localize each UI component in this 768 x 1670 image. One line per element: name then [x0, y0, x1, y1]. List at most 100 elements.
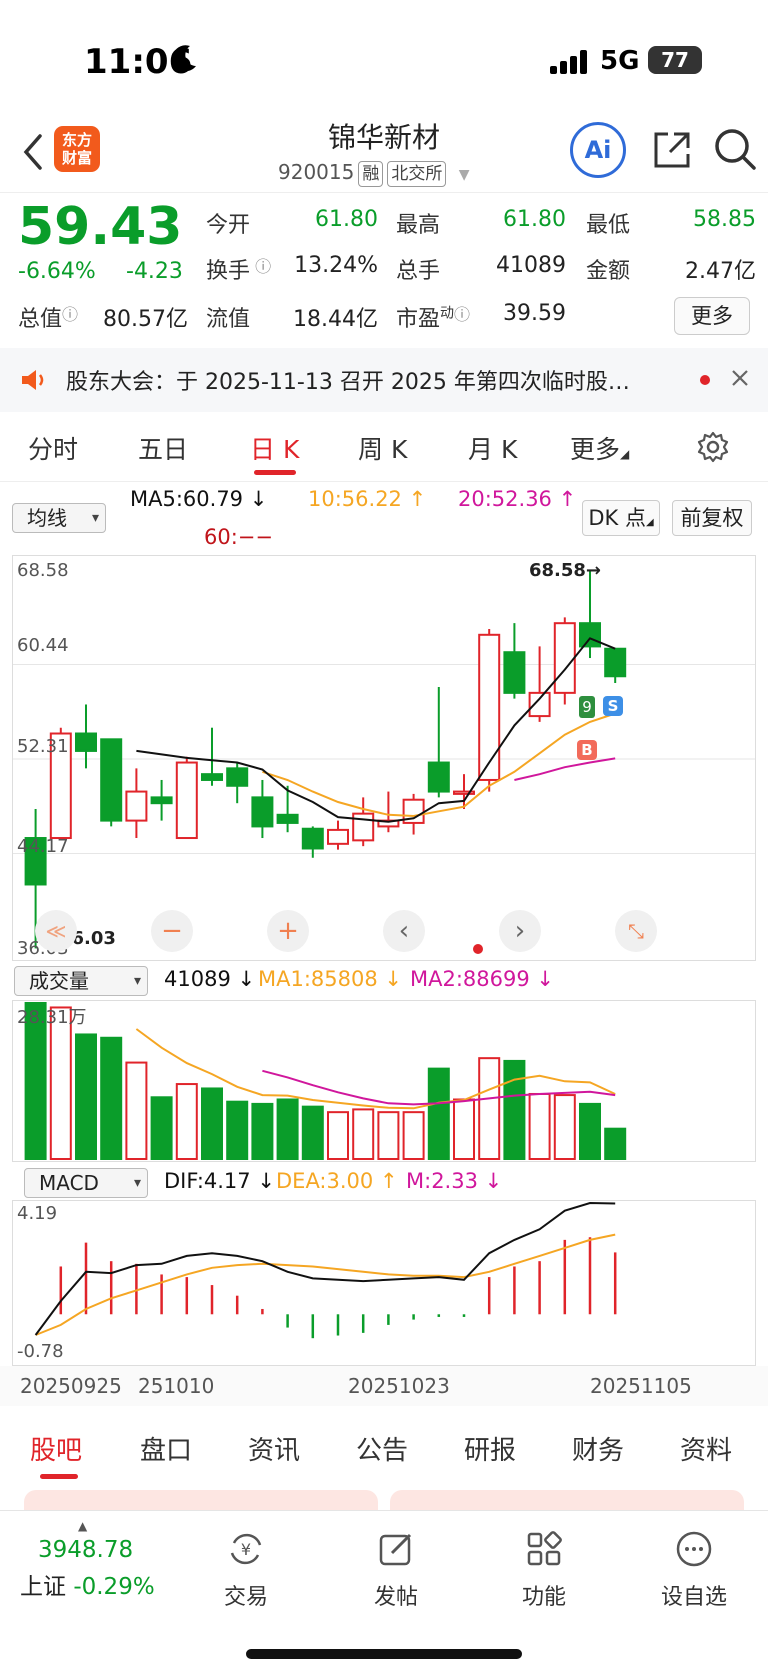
sell-signal-badge[interactable]: S [603, 696, 623, 716]
tab-news[interactable]: 资讯 [248, 1430, 300, 1467]
macd-axis-top: 4.19 [17, 1203, 58, 1224]
candle-body [226, 767, 249, 787]
volume-bar [100, 1036, 123, 1160]
date-label-1: 20250925 [20, 1374, 122, 1398]
fullscreen-icon[interactable]: ⤡ [615, 910, 657, 952]
current-price: 59.43 [18, 197, 183, 257]
tab-intraday[interactable]: 分时 [28, 430, 78, 466]
tab-monthly-k[interactable]: 月 K [468, 430, 517, 466]
caret-down-icon: ▼ [458, 167, 470, 183]
ma-indicator-select[interactable]: 均线 [12, 503, 106, 533]
volume-indicator-select[interactable]: 成交量 [14, 966, 148, 996]
ai-assistant-button[interactable]: Ai [570, 122, 626, 178]
trade-button[interactable]: ¥ 交易 [196, 1529, 296, 1611]
function-button[interactable]: 功能 [494, 1529, 594, 1611]
volume-bar [125, 1061, 148, 1160]
volume-ma1: MA1:85808 ↓ [258, 967, 402, 991]
macd-indicator-select[interactable]: MACD [24, 1168, 148, 1198]
pe-value: 39.59 [503, 301, 566, 326]
high-price-marker: 68.58→ [529, 560, 602, 581]
tab-five-day[interactable]: 五日 [138, 430, 188, 466]
volume-bar [604, 1127, 627, 1160]
volume-axis-top: 28.31万 [17, 1007, 87, 1028]
macd-chart-frame[interactable]: 4.19 -0.78 [12, 1200, 756, 1366]
kline-chart [13, 570, 755, 949]
volume-current: 41089 ↓ [164, 967, 256, 991]
exchange-tag: 北交所 [387, 161, 447, 187]
info-icon: ⓘ [250, 257, 272, 276]
ma10-value: 10:56.22 ↑ [308, 487, 427, 511]
ma20-value: 20:52.36 ↑ [458, 487, 577, 511]
margin-tag: 融 [358, 161, 384, 187]
dk-point-button[interactable]: DK 点◢ [582, 500, 660, 536]
adjust-mode-button[interactable]: 前复权 [672, 500, 752, 536]
macd-dif-line [34, 1201, 616, 1336]
stock-code-row[interactable]: 920015 融北交所 ▼ [278, 160, 470, 187]
function-label: 功能 [521, 1585, 566, 1610]
volume-chart-frame[interactable]: 28.31万 [12, 1000, 756, 1162]
kline-chart-frame[interactable]: 68.58 60.44 52.31 44.17 36.03 68.58→ 36.… [12, 555, 756, 961]
notice-text: 股东大会：于 2025-11-13 召开 2025 年第四次临时股… [66, 370, 630, 395]
candle-body [352, 812, 375, 842]
scroll-left-fast-icon[interactable]: ≪ [35, 910, 77, 952]
volume-bar [503, 1059, 526, 1160]
volume-bar [75, 1033, 97, 1160]
volume-bar [251, 1102, 274, 1160]
market-cap-label[interactable]: 总值ⓘ [18, 301, 78, 333]
high-label: 最高 [396, 213, 441, 238]
pe-label[interactable]: 市盈动ⓘ [396, 301, 470, 333]
content-tabs: 股吧 盘口 资讯 公告 研报 财务 资料 [0, 1416, 768, 1482]
low-label: 最低 [586, 213, 631, 238]
volume-bar [226, 1100, 249, 1160]
tab-pankou[interactable]: 盘口 [140, 1430, 192, 1467]
zoom-out-icon[interactable]: − [151, 910, 193, 952]
buy-signal-badge[interactable]: B [577, 740, 597, 760]
market-cap-value: 80.57亿 [103, 307, 188, 332]
date-label-4: 20251105 [590, 1374, 692, 1398]
volume-bar [276, 1098, 299, 1160]
turnover-label[interactable]: 换手 ⓘ [206, 253, 271, 285]
volume-bar [427, 1067, 450, 1160]
search-icon[interactable] [712, 126, 758, 172]
volume-bar [402, 1111, 425, 1161]
active-tab-underline [254, 470, 296, 475]
trade-label: 交易 [223, 1585, 268, 1610]
tab-announcements[interactable]: 公告 [356, 1430, 408, 1467]
corner-triangle-icon: ◢ [620, 447, 630, 461]
volume-bar [579, 1102, 601, 1160]
macd-axis-bottom: -0.78 [17, 1341, 64, 1362]
more-quote-button[interactable]: 更多 [674, 297, 750, 335]
post-button[interactable]: 发帖 [346, 1529, 446, 1611]
post-label: 发帖 [373, 1585, 418, 1610]
scroll-right-icon[interactable]: › [499, 910, 541, 952]
add-watchlist-button[interactable]: 设自选 [644, 1529, 744, 1611]
index-change: -0.29% [73, 1574, 155, 1600]
index-name: 上证 [20, 1574, 66, 1600]
edit-icon [379, 1533, 412, 1566]
volume-bar [49, 1006, 72, 1161]
gear-icon[interactable] [696, 430, 730, 464]
tab-daily-k[interactable]: 日 K [250, 430, 299, 466]
index-ticker[interactable]: ▲ 3948.78 上证 -0.29% [20, 1519, 170, 1601]
volume-bar [327, 1111, 349, 1161]
volume-chart [24, 1002, 627, 1161]
tab-guba[interactable]: 股吧 [30, 1430, 82, 1467]
candle-body [100, 738, 123, 822]
latest-dot [473, 944, 483, 954]
price-axis-mid2: 52.31 [17, 736, 69, 757]
tab-weekly-k[interactable]: 周 K [358, 430, 407, 466]
battery-icon: 77 [648, 46, 702, 74]
float-cap-value: 18.44亿 [293, 307, 378, 332]
candle-body [175, 761, 198, 840]
tab-profile[interactable]: 资料 [680, 1430, 732, 1467]
more-dots-icon [676, 1531, 712, 1567]
active-subtab-underline [40, 1474, 78, 1479]
close-icon[interactable] [728, 366, 752, 390]
scroll-left-icon[interactable]: ‹ [383, 910, 425, 952]
zoom-in-icon[interactable]: + [267, 910, 309, 952]
tab-more[interactable]: 更多◢ [570, 430, 629, 466]
tab-finance[interactable]: 财务 [572, 1430, 624, 1467]
notice-banner[interactable]: 股东大会：于 2025-11-13 召开 2025 年第四次临时股… [0, 348, 768, 412]
tab-research[interactable]: 研报 [464, 1430, 516, 1467]
share-icon[interactable] [650, 128, 694, 172]
